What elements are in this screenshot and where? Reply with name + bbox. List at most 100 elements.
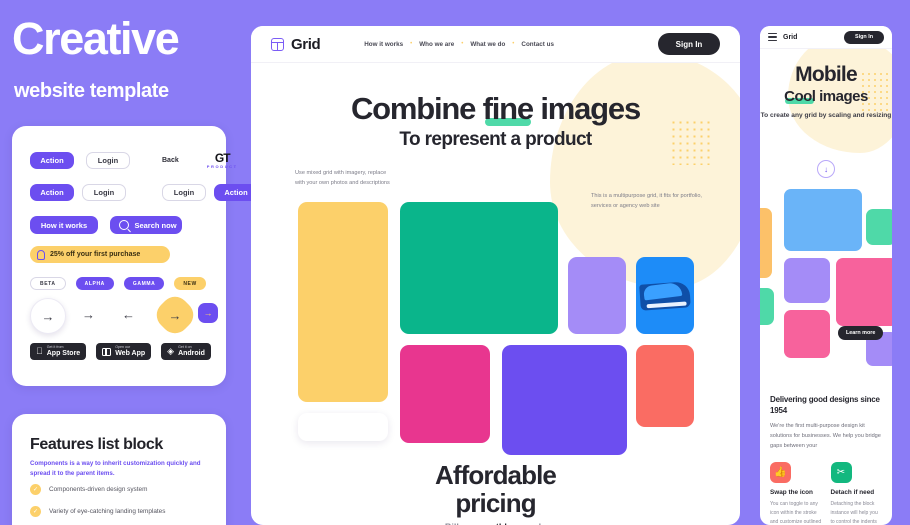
headline-highlight: fine — [482, 91, 534, 126]
android-button[interactable]: ◈ Get it on Android — [161, 343, 211, 360]
mobile-image-grid: Learn more — [760, 176, 892, 388]
promo-label: 25% off your first purchase — [50, 251, 141, 258]
mobile-block-green-top[interactable] — [866, 209, 892, 245]
app-store-button[interactable]:  Get it from App Store — [30, 343, 87, 360]
feature-card-title: Detach if need — [830, 488, 875, 496]
search-icon — [119, 220, 130, 230]
pricing-title: Affordable pricing — [251, 461, 740, 517]
feature-card-title: Swap the icon — [770, 488, 813, 496]
badge-alpha[interactable]: ALPHA — [75, 277, 114, 290]
thumbs-up-icon: 👍 — [770, 461, 791, 483]
search-now-button[interactable]: Search now — [110, 216, 182, 234]
mobile-headline-rest: images — [815, 88, 868, 105]
badge-new[interactable]: NEW — [174, 277, 206, 290]
components-card: Action Login Back GT PRODUCT Action Logi… — [12, 126, 258, 386]
feature-card-detach: ✂ Detach if need Detaching the block ins… — [830, 461, 883, 525]
mobile-sign-in-button[interactable]: Sign In — [844, 30, 884, 44]
badge-gamma[interactable]: GAMMA — [123, 277, 165, 290]
web-app-button[interactable]: Open our Web App — [96, 343, 152, 360]
back-link[interactable]: Back — [162, 157, 179, 164]
scissors-icon: ✂ — [830, 461, 852, 483]
features-list: ✓ Components-driven design system ✓ Vari… — [30, 484, 216, 525]
components-row-2: Action Login Login Action — [30, 184, 258, 201]
badge-row: BETA ALPHA GAMMA NEW — [30, 277, 206, 290]
feature-card-swap-icon: 👍 Swap the icon You can toggle to any ic… — [770, 461, 822, 525]
nav-link-who-we-are[interactable]: Who we are — [419, 41, 454, 48]
login-button[interactable]: Login — [86, 152, 130, 169]
desktop-preview-panel: Grid How it works • Who we are • What we… — [251, 26, 740, 525]
sign-in-button[interactable]: Sign In — [658, 33, 720, 55]
mobile-block-blue[interactable] — [784, 189, 862, 251]
app-store-big: App Store — [40, 350, 80, 358]
desktop-hero-body: Combine fine images To represent a produ… — [251, 53, 740, 525]
store-button-row:  Get it from App Store Open our Web App… — [30, 343, 211, 360]
grid-block-lavender[interactable] — [568, 257, 626, 334]
grid-icon — [271, 37, 284, 51]
nav-link-what-we-do[interactable]: What we do — [470, 41, 505, 48]
components-row-1: Action Login Back GT PRODUCT — [30, 152, 238, 169]
beige-blob-decoration — [550, 53, 740, 288]
badge-beta[interactable]: BETA — [30, 277, 66, 290]
nav-separator-icon: • — [461, 41, 464, 47]
grid-block-blue-shoe[interactable] — [636, 257, 694, 334]
how-it-works-button[interactable]: How it works — [30, 216, 98, 234]
mobile-preview-panel: Grid Sign In Mobile Cool images To creat… — [760, 26, 892, 525]
grid-block-white[interactable] — [298, 413, 388, 441]
arrow-circle-button[interactable]: → — [30, 298, 66, 334]
tag-icon — [37, 249, 45, 260]
mobile-tagline: To create any grid by scaling and resizi… — [760, 112, 892, 119]
mobile-block-pink-small[interactable] — [784, 310, 830, 358]
list-item-label: Components-driven design system — [49, 486, 148, 493]
list-item: ✓ Components-driven design system — [30, 484, 216, 495]
arrow-small-button[interactable]: → — [198, 303, 218, 323]
mobile-block-green-bottom[interactable] — [760, 288, 774, 325]
mobile-block-lavender[interactable] — [784, 258, 830, 303]
grid-block-coral[interactable] — [636, 345, 694, 427]
hamburger-menu-icon[interactable] — [768, 31, 777, 43]
features-title: Features list block — [30, 436, 163, 453]
mobile-block-pink-large[interactable] — [836, 258, 892, 326]
mobile-footer-text: We're the first multi-purpose design kit… — [770, 423, 881, 449]
note-right-text: This is a multipurpose grid, it fits for… — [591, 193, 702, 209]
left-showcase-column: Creative website template Action Login B… — [0, 0, 258, 525]
brand-logo[interactable]: Grid — [271, 36, 321, 53]
nav-separator-icon: • — [410, 41, 413, 47]
pricing-title-line2: pricing — [455, 488, 536, 519]
action-button[interactable]: Action — [30, 152, 74, 169]
nav-links: How it works • Who we are • What we do •… — [364, 41, 554, 48]
hero-subheadline: To represent a product — [399, 129, 592, 150]
promo-banner[interactable]: 25% off your first purchase — [30, 246, 170, 263]
login-button-left[interactable]: Login — [82, 184, 126, 201]
app-store-top: Get it from — [40, 344, 64, 349]
scroll-down-button[interactable]: ↓ — [817, 160, 835, 178]
gt-logo-mark: GT — [214, 151, 231, 165]
action-button-left[interactable]: Action — [30, 184, 74, 201]
feature-card-body: You can toggle to any icon within the st… — [770, 500, 822, 525]
arrow-blob-button[interactable]: → — [150, 290, 200, 340]
learn-more-button[interactable]: Learn more — [838, 326, 884, 340]
nav-link-how-it-works[interactable]: How it works — [364, 41, 403, 48]
apple-icon:  — [36, 347, 43, 356]
web-app-text: Open our Web App — [108, 344, 145, 357]
grid-block-yellow[interactable] — [298, 202, 388, 402]
arrow-right-icon[interactable]: → — [82, 307, 95, 322]
grid-block-violet[interactable] — [502, 345, 627, 455]
page-subtitle: website template — [14, 80, 169, 102]
desktop-navbar: Grid How it works • Who we are • What we… — [251, 26, 740, 63]
login-button-right[interactable]: Login — [162, 184, 206, 201]
pricing-title-line1: Affordable — [434, 460, 557, 490]
arrow-left-icon[interactable]: ← — [122, 307, 135, 322]
list-item-label: Variety of eye-catching landing template… — [49, 508, 166, 515]
mobile-feature-cards: 👍 Swap the icon You can toggle to any ic… — [770, 461, 883, 525]
check-icon: ✓ — [30, 506, 41, 517]
mobile-block-orange[interactable] — [760, 208, 772, 278]
app-store-text: Get it from App Store — [40, 344, 80, 358]
grid-block-pink[interactable] — [400, 345, 490, 443]
web-app-top: Open our — [108, 344, 130, 349]
arrow-blob-icon: → — [168, 307, 182, 323]
mobile-footer-section: Delivering good designs since 1954 We're… — [760, 388, 892, 525]
android-icon: ◈ — [160, 346, 174, 356]
nav-link-contact-us[interactable]: Contact us — [521, 41, 554, 48]
mobile-hero: Mobile Cool images To create any grid by… — [760, 35, 892, 178]
grid-block-teal[interactable] — [400, 202, 558, 334]
